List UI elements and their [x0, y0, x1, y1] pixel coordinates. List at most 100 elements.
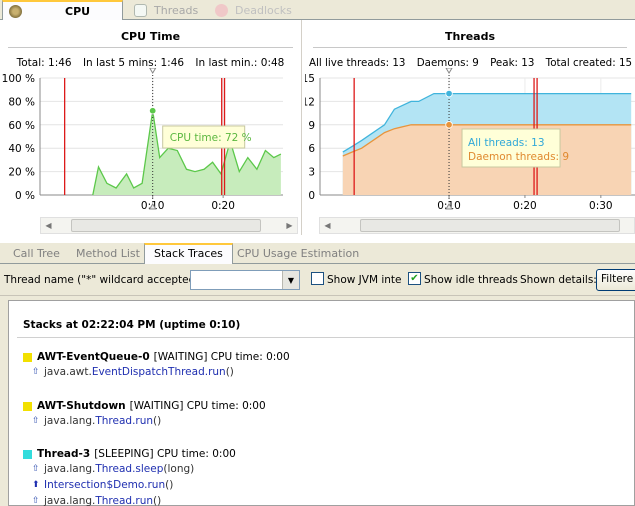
cursor-point-0	[148, 107, 157, 115]
frame-arrow-icon: ⇧	[32, 496, 40, 506]
thread-state: [SLEEPING]	[94, 448, 154, 460]
stack-frame[interactable]: ⬆ Intersection$Demo.run()	[32, 478, 236, 492]
thread-entry[interactable]: AWT-Shutdown [WAITING] CPU time: 0:00 ⇧ …	[23, 400, 266, 428]
threads-chart[interactable]: 151296300:100:200:30All threads: 13Daemo…	[305, 68, 635, 218]
thread-cpu-time: CPU time: 0:00	[156, 448, 236, 460]
thread-entry[interactable]: AWT-EventQueue-0 [WAITING] CPU time: 0:0…	[23, 351, 290, 379]
tab-method-list[interactable]: Method List	[67, 245, 149, 264]
tab-deadlocks[interactable]: Deadlocks	[205, 1, 295, 20]
stack-traces-panel: Stacks at 02:22:04 PM (uptime 0:10) AWT-…	[0, 296, 635, 506]
y-tick-label: 80 %	[8, 96, 35, 108]
tab-cpu[interactable]: CPU	[2, 0, 123, 20]
cpu-chart-scrollbar[interactable]: ◀ ▶	[40, 217, 298, 234]
cpu-chart-panel: CPU Time Total: 1:46 In last 5 mins: 1:4…	[0, 20, 302, 235]
show-jvm-checkbox[interactable]	[311, 272, 324, 285]
frame-method-link[interactable]: EventDispatchThread.run	[92, 366, 226, 378]
stack-frame[interactable]: ⇧ java.lang. Thread.run()	[32, 494, 236, 506]
stack-frame[interactable]: ⇧ java.lang. Thread.run()	[32, 414, 266, 428]
cursor-point-1	[445, 121, 453, 129]
stacks-title: Stacks at 02:22:04 PM (uptime 0:10)	[23, 319, 241, 331]
frame-arrow-icon: ⇧	[32, 367, 40, 377]
cpu-chart[interactable]: 100 %80 %60 %40 %20 %0 %0:100:20CPU time…	[0, 68, 302, 218]
frame-args: ()	[153, 495, 162, 506]
y-tick-label: 6	[308, 143, 315, 155]
thread-cpu-time: CPU time: 0:00	[210, 351, 290, 363]
scroll-left-icon[interactable]: ◀	[320, 218, 335, 233]
show-idle-checkbox[interactable]: ✔	[408, 272, 421, 285]
stack-frame[interactable]: ⇧ java.awt. EventDispatchThread.run()	[32, 365, 290, 379]
thread-entry[interactable]: Thread-3 [SLEEPING] CPU time: 0:00 ⇧ jav…	[23, 448, 236, 506]
threads-title-divider	[313, 47, 627, 48]
tab-threads-label: Threads	[154, 4, 199, 17]
view-tab-bar: CPU Threads Deadlocks	[0, 0, 635, 20]
y-tick-label: 20 %	[8, 167, 35, 179]
frame-method-link[interactable]: Thread.run	[95, 415, 153, 427]
stack-frame[interactable]: ⇧ java.lang. Thread.sleep (long)	[32, 462, 236, 476]
y-tick-label: 12	[305, 96, 315, 108]
cpu-tooltip-text: CPU time: 72 %	[170, 132, 252, 144]
y-tick-label: 60 %	[8, 120, 35, 132]
cpu-icon	[9, 4, 22, 18]
thread-name: AWT-Shutdown	[37, 400, 126, 412]
thread-state: [WAITING]	[153, 351, 208, 363]
scroll-right-icon[interactable]: ▶	[282, 218, 297, 233]
threads-tooltip-all: All threads: 13	[468, 137, 544, 149]
thread-cpu-time: CPU time: 0:00	[186, 400, 266, 412]
stack-traces-view[interactable]: Stacks at 02:22:04 PM (uptime 0:10) AWT-…	[8, 300, 635, 506]
thread-name-combo[interactable]: ▼	[190, 270, 300, 290]
chevron-down-icon[interactable]: ▼	[282, 271, 299, 289]
frame-package: java.lang.	[44, 463, 96, 475]
show-jvm-label[interactable]: Show JVM inte	[327, 274, 402, 286]
y-tick-label: 100 %	[2, 73, 35, 85]
show-idle-label[interactable]: Show idle threads	[424, 274, 518, 286]
tab-threads[interactable]: Threads	[124, 1, 204, 20]
thread-state-icon	[23, 449, 32, 459]
scroll-left-icon[interactable]: ◀	[41, 218, 56, 233]
y-tick-label: 0	[308, 190, 315, 202]
threads-chart-title: Threads	[444, 30, 496, 43]
thread-state-icon	[23, 352, 32, 362]
frame-method-link[interactable]: Thread.run	[95, 495, 153, 506]
y-tick-label: 15	[305, 73, 315, 85]
threads-tooltip-daemon: Daemon threads: 9	[468, 151, 569, 163]
frame-method-link[interactable]: Thread.sleep	[95, 463, 163, 475]
cursor-point-0	[445, 89, 453, 98]
frame-args: ()	[225, 366, 234, 378]
threads-scroll-thumb[interactable]	[360, 219, 620, 232]
thread-state-icon	[23, 401, 32, 411]
tab-stack-traces[interactable]: Stack Traces	[144, 243, 233, 265]
threads-chart-panel: Threads All live threads: 13 Daemons: 9 …	[305, 20, 635, 235]
filter-button[interactable]: Filtere	[596, 269, 635, 291]
frame-args: (long)	[163, 463, 195, 475]
shown-details-label: Shown details:	[520, 274, 597, 286]
profiler-view-tabs: Call Tree Method List Stack Traces CPU U…	[0, 243, 635, 265]
y-tick-label: 40 %	[8, 143, 35, 155]
frame-package: java.lang.	[44, 415, 96, 427]
cpu-scroll-thumb[interactable]	[71, 219, 261, 232]
tab-call-tree[interactable]: Call Tree	[4, 245, 69, 264]
frame-args: ()	[165, 479, 174, 491]
frame-args: ()	[153, 415, 162, 427]
thread-name: AWT-EventQueue-0	[37, 351, 150, 363]
frame-method-link[interactable]: Intersection$Demo.run	[44, 479, 165, 491]
frame-package: java.awt.	[44, 366, 92, 378]
frame-arrow-icon: ⇧	[32, 416, 40, 426]
y-tick-label: 9	[308, 120, 315, 132]
thread-name: Thread-3	[37, 448, 91, 460]
cursor-top-handle	[149, 68, 157, 74]
deadlocks-icon	[215, 4, 228, 17]
y-tick-label: 0 %	[15, 190, 35, 202]
threads-icon	[134, 4, 147, 17]
thread-state: [WAITING]	[129, 400, 184, 412]
x-tick-label: 0:20	[513, 200, 537, 212]
stack-traces-toolbar: Thread name ("*" wildcard accepted): ▼ S…	[0, 264, 635, 296]
thread-name-label: Thread name ("*" wildcard accepted):	[4, 274, 203, 286]
x-tick-label: 0:20	[211, 200, 235, 212]
tab-cpu-usage-estimation[interactable]: CPU Usage Estimation	[228, 245, 368, 264]
x-tick-label: 0:30	[589, 200, 613, 212]
y-tick-label: 3	[308, 167, 315, 179]
threads-chart-scrollbar[interactable]: ◀	[319, 217, 635, 234]
frame-arrow-icon: ⬆	[32, 480, 40, 490]
tab-deadlocks-label: Deadlocks	[235, 4, 292, 17]
cpu-title-divider	[8, 47, 293, 48]
